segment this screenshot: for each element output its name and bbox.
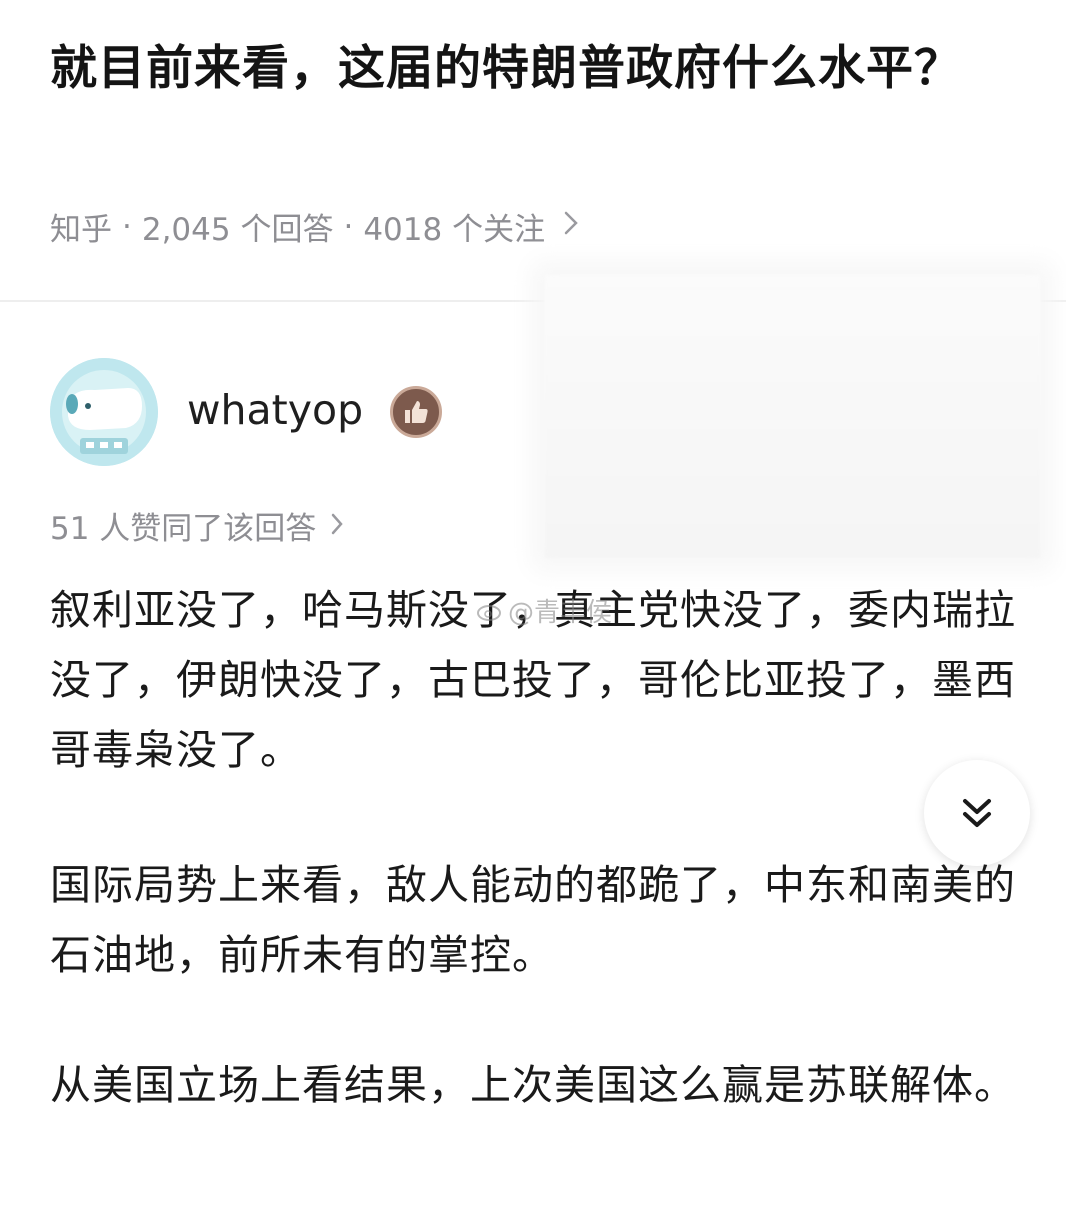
question-title[interactable]: 就目前来看，这届的特朗普政府什么水平？ — [50, 32, 1040, 106]
answer-paragraph: 国际局势上来看，敌人能动的都跪了，中东和南美的石油地，前所未有的掌控。 — [50, 861, 1016, 979]
meta-separator: · — [343, 208, 354, 245]
chevron-right-icon — [330, 508, 344, 544]
watermark-text: @青丰侯 — [508, 598, 613, 628]
follower-count: 4018 个关注 — [363, 212, 546, 248]
upvote-summary[interactable]: 51 人赞同了该回答 — [50, 503, 344, 548]
double-chevron-down-icon — [963, 799, 991, 827]
question-meta[interactable]: 知乎 · 2,045 个回答 · 4018 个关注 — [50, 204, 579, 249]
source-label: 知乎 — [50, 212, 112, 248]
answer-paragraph: 从美国立场上看结果，上次美国这么赢是苏联解体。 — [50, 1061, 1016, 1109]
author-name[interactable]: whatyop — [187, 386, 363, 434]
watermark: @青丰侯 — [476, 592, 612, 629]
weibo-icon — [477, 604, 501, 621]
answer-count: 2,045 个回答 — [141, 212, 334, 248]
avatar[interactable] — [50, 358, 158, 466]
chevron-right-icon — [563, 209, 579, 244]
upvote-text: 51 人赞同了该回答 — [50, 511, 317, 547]
blurred-region — [545, 275, 1040, 558]
thumbs-up-badge-icon — [390, 386, 442, 438]
meta-separator: · — [122, 208, 132, 245]
